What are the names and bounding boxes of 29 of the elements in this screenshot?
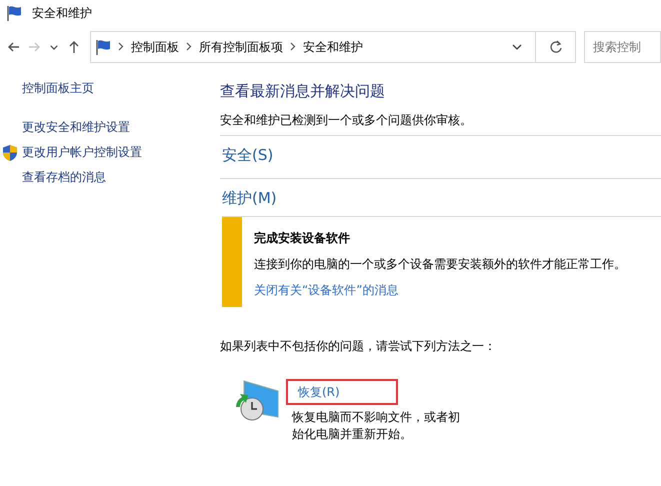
sidebar-link[interactable]: 控制面板主页 xyxy=(22,76,94,101)
dismiss-link[interactable]: 关闭有关“设备软件”的消息 xyxy=(254,280,398,298)
recovery-link[interactable]: 恢复(R) xyxy=(286,378,398,404)
shield-icon xyxy=(2,144,18,162)
section-header[interactable]: 安全(S) xyxy=(220,134,661,172)
chevron-icon xyxy=(186,42,192,52)
suggestion-text: 如果列表中不包括你的问题，请尝试下列方法之一： xyxy=(220,338,497,354)
intro-text: 安全和维护已检测到一个或多个问题供你审核。 xyxy=(220,112,473,128)
chevron-icon xyxy=(118,42,124,52)
sidebar-link[interactable]: 查看存档的消息 xyxy=(22,165,106,190)
caret-icon xyxy=(50,44,58,50)
alert-text: 连接到你的电脑的一个或多个设备需要安装额外的软件才能正常工作。 xyxy=(254,256,626,272)
refresh-button[interactable] xyxy=(536,31,576,63)
search-field[interactable]: 搜索控制 xyxy=(584,31,661,63)
address-bar[interactable]: 控制面板 所有控制面板项 安全和维护 xyxy=(90,31,536,63)
alert-title: 完成安装设备软件 xyxy=(254,230,351,246)
window-title: 安全和维护 xyxy=(32,5,92,22)
page-heading: 查看最新消息并解决问题 xyxy=(220,81,386,102)
breadcrumb-item[interactable]: 所有控制面板项 xyxy=(197,38,285,56)
recovery-description: 恢复电脑而不影响文件，或者初始化电脑并重新开始。 xyxy=(292,408,461,442)
sidebar-link[interactable]: 更改用户帐户控制设置 xyxy=(22,140,142,165)
section-header[interactable]: 维护(M) xyxy=(220,178,661,216)
refresh-icon xyxy=(548,40,562,54)
flag-icon xyxy=(6,5,24,21)
chevron-icon xyxy=(290,42,296,52)
sidebar-link[interactable]: 更改安全和维护设置 xyxy=(22,115,130,140)
breadcrumb-item[interactable]: 控制面板 xyxy=(129,38,181,56)
flag-icon xyxy=(95,39,113,55)
breadcrumb-item[interactable]: 安全和维护 xyxy=(301,38,365,56)
